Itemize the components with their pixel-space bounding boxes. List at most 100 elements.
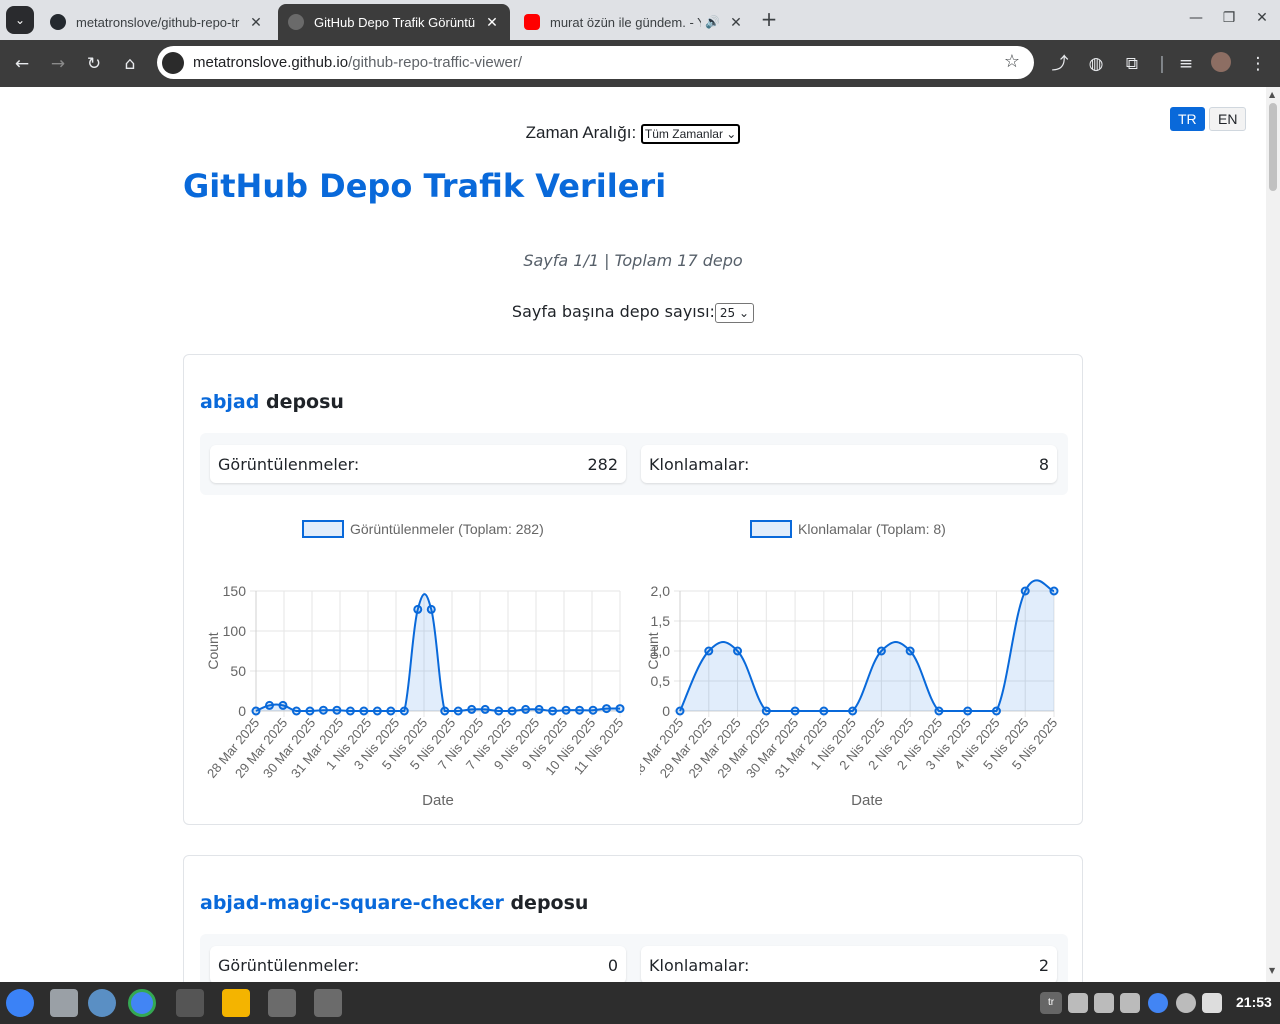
translate-icon[interactable]: ◍ xyxy=(1084,52,1108,76)
data-point xyxy=(291,706,301,716)
repo-link[interactable]: abjad-magic-square-checker xyxy=(200,892,504,914)
folder-icon[interactable] xyxy=(268,989,296,1017)
data-point xyxy=(588,705,598,715)
clipboard-icon[interactable] xyxy=(1068,993,1088,1013)
chrome-icon[interactable] xyxy=(128,989,156,1017)
close-icon[interactable]: ✕ xyxy=(484,14,500,31)
forward-icon[interactable]: → xyxy=(46,52,70,76)
repo-title: abjad deposu xyxy=(200,391,344,413)
update-icon[interactable] xyxy=(1176,993,1196,1013)
performance-icon[interactable]: ⤴ xyxy=(1048,52,1072,76)
app-icon[interactable] xyxy=(222,989,250,1017)
views-label: Görüntülenmeler: xyxy=(218,454,360,474)
tab-search-button[interactable]: ⌄ xyxy=(6,6,34,34)
time-range-value: Tüm Zamanlar xyxy=(644,126,723,141)
network-tool-icon[interactable] xyxy=(88,989,116,1017)
data-point xyxy=(704,646,714,656)
legend-label: Görüntülenmeler (Toplam: 282) xyxy=(350,521,544,537)
scroll-up-icon[interactable]: ▲ xyxy=(1269,90,1275,99)
data-point xyxy=(386,706,396,716)
y-tick-label: 150 xyxy=(223,583,247,599)
data-point xyxy=(345,706,355,716)
views-stat: Görüntülenmeler: 0 xyxy=(210,946,626,982)
clones-label: Klonlamalar: xyxy=(649,454,750,474)
repo-title-suffix: deposu xyxy=(259,391,344,413)
tab-title: metatronslove/github-repo-tr xyxy=(76,14,240,30)
y-tick-label: 50 xyxy=(230,663,246,679)
start-menu-icon[interactable] xyxy=(6,989,34,1017)
clones-label: Klonlamalar: xyxy=(649,955,750,975)
home-icon[interactable]: ⌂ xyxy=(118,52,142,76)
y-axis-title: Count xyxy=(205,632,221,669)
data-point xyxy=(467,704,477,714)
clones-value: 8 xyxy=(1038,454,1049,474)
x-app-icon[interactable] xyxy=(176,989,204,1017)
site-info-icon[interactable] xyxy=(162,51,184,74)
file-manager-icon[interactable] xyxy=(50,989,78,1017)
close-window-icon[interactable]: ✕ xyxy=(1252,10,1272,26)
page-scrollbar[interactable]: ▲ ▼ xyxy=(1266,87,1280,982)
scroll-down-icon[interactable]: ▼ xyxy=(1269,966,1275,975)
profile-avatar[interactable] xyxy=(1211,52,1231,72)
legend-label: Klonlamalar (Toplam: 8) xyxy=(798,521,946,537)
tab-github-repo[interactable]: metatronslove/github-repo-tr ✕ xyxy=(40,4,274,40)
data-point xyxy=(278,700,288,710)
back-icon[interactable]: ← xyxy=(10,52,34,76)
address-path: /github-repo-traffic-viewer/ xyxy=(348,54,523,71)
data-point xyxy=(453,706,463,716)
new-tab-button[interactable]: + xyxy=(758,8,780,30)
taskbar: tr 21:53 xyxy=(0,982,1280,1024)
views-value: 0 xyxy=(607,955,618,975)
per-page-select[interactable]: 25 ⌄ xyxy=(714,302,755,323)
volume-icon[interactable] xyxy=(1120,993,1140,1013)
data-point xyxy=(251,706,261,716)
menu-icon[interactable]: ⋮ xyxy=(1246,52,1270,76)
network-icon[interactable] xyxy=(1094,993,1114,1013)
data-point xyxy=(963,706,973,716)
data-point xyxy=(1020,586,1030,596)
close-icon[interactable]: ✕ xyxy=(248,14,264,31)
per-page-row: Sayfa başına depo sayısı: 25 ⌄ xyxy=(0,302,1266,323)
repo-card: abjad-magic-square-checker deposu Görünt… xyxy=(183,855,1083,982)
per-page-value: 25 xyxy=(719,305,736,320)
speaker-icon[interactable]: 🔊 xyxy=(705,15,720,29)
clones-stat: Klonlamalar: 8 xyxy=(641,445,1057,483)
media-controls-icon[interactable]: ≡ xyxy=(1174,52,1198,76)
data-point xyxy=(318,705,328,715)
folder-icon[interactable] xyxy=(314,989,342,1017)
data-point xyxy=(934,706,944,716)
y-tick-label: 1,5 xyxy=(651,613,671,629)
y-tick-label: 0 xyxy=(238,703,246,719)
y-tick-label: 0,5 xyxy=(651,673,671,689)
stats-row: Görüntülenmeler: 0 Klonlamalar: 2 xyxy=(200,934,1068,982)
data-point xyxy=(733,646,743,656)
keyboard-layout-indicator[interactable]: tr xyxy=(1040,992,1062,1014)
repo-link[interactable]: abjad xyxy=(200,391,259,413)
views-chart: Görüntülenmeler (Toplam: 282)15010050028… xyxy=(204,520,626,809)
data-point xyxy=(790,706,800,716)
chevron-down-icon: ⌄ xyxy=(739,305,750,320)
chevron-down-icon: ⌄ xyxy=(14,13,26,27)
time-range-select[interactable]: Tüm Zamanlar ⌄ xyxy=(640,123,741,144)
address-bar[interactable]: metatronslove.github.io/github-repo-traf… xyxy=(157,46,1034,79)
data-point xyxy=(264,700,274,710)
tab-traffic-viewer[interactable]: GitHub Depo Trafik Görüntüle ✕ xyxy=(278,4,510,40)
data-point xyxy=(494,706,504,716)
bookmark-star-icon[interactable]: ☆ xyxy=(1004,51,1020,72)
data-point xyxy=(507,706,517,716)
tab-youtube[interactable]: murat özün ile gündem. - Y 🔊 ✕ xyxy=(514,4,754,40)
minimize-icon[interactable]: — xyxy=(1186,10,1206,26)
data-point xyxy=(426,604,436,614)
chrome-tray-icon[interactable] xyxy=(1148,993,1168,1013)
reload-icon[interactable]: ↻ xyxy=(82,52,106,76)
stats-row: Görüntülenmeler: 282 Klonlamalar: 8 xyxy=(200,433,1068,495)
repo-title: abjad-magic-square-checker deposu xyxy=(200,892,588,914)
series-area xyxy=(680,580,1054,711)
close-icon[interactable]: ✕ xyxy=(728,14,744,31)
x-axis-title: Date xyxy=(422,792,454,809)
data-point xyxy=(575,705,585,715)
telegram-icon[interactable] xyxy=(1202,993,1222,1013)
scroll-thumb[interactable] xyxy=(1269,103,1277,191)
restore-icon[interactable]: ❐ xyxy=(1219,10,1239,26)
extensions-icon[interactable]: ⧉ xyxy=(1120,52,1144,76)
